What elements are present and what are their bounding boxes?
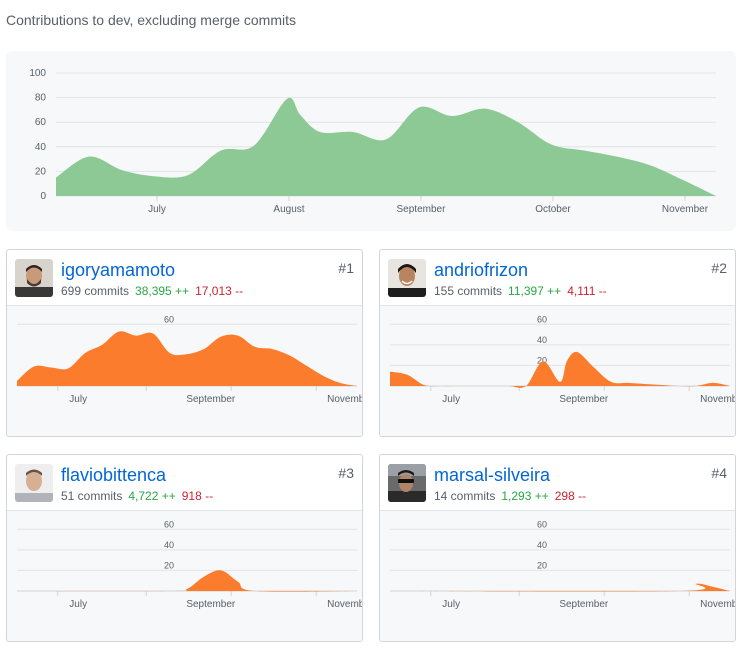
- contributor-card-header: igoryamamoto 699 commits 38,395 ++ 17,013 …: [7, 250, 362, 306]
- contributor-chart[interactable]: 604020JulySeptemberNovember: [380, 306, 735, 436]
- x-tick-label: September: [397, 204, 447, 215]
- contributor-commits-area: [17, 331, 357, 386]
- x-tick-label: July: [442, 599, 460, 610]
- contributor-stats: 14 commits 1,293 ++ 298 --: [434, 489, 586, 503]
- contributor-login-link[interactable]: igoryamamoto: [61, 260, 175, 281]
- x-tick-label: November: [662, 204, 709, 215]
- contributor-rank: #4: [711, 465, 727, 481]
- overview-chart[interactable]: 0 20 40 60 80 100 July August September October No…: [6, 51, 736, 231]
- overview-chart-svg: 0 20 40 60 80 100 July August September October No…: [29, 68, 716, 215]
- x-tick-label: September: [559, 599, 609, 610]
- x-tick-label: September: [186, 599, 236, 610]
- contributor-stats: 155 commits 11,397 ++ 4,111 --: [434, 284, 607, 298]
- x-tick-label: July: [69, 394, 87, 405]
- x-tick-label: July: [442, 394, 460, 405]
- y-tick-label: 40: [537, 335, 547, 345]
- contributor-stats: 51 commits 4,722 ++ 918 --: [61, 489, 213, 503]
- deletions-count: 918 --: [181, 489, 214, 503]
- x-tick-label: September: [559, 394, 609, 405]
- contributor-chart[interactable]: 60 40 20 July September November: [7, 511, 362, 641]
- contributor-login-link[interactable]: marsal-silveira: [434, 465, 550, 486]
- contributor-card: flaviobittenca 51 commits 4,722 ++ 918 -- …: [6, 454, 363, 642]
- contributor-rank: #1: [338, 260, 354, 276]
- contributor-chart-svg: 60 July September November: [17, 314, 363, 405]
- y-tick-label: 20: [164, 560, 174, 570]
- x-tick-label: July: [148, 204, 166, 215]
- contributor-stats: 699 commits 38,395 ++ 17,013 --: [61, 284, 243, 298]
- contributor-rank: #3: [338, 465, 354, 481]
- y-tick-label: 60: [164, 314, 174, 324]
- additions-count: 11,397 ++: [508, 284, 562, 298]
- avatar[interactable]: [15, 464, 53, 502]
- contributor-card-header: marsal-silveira 14 commits 1,293 ++ 298 --…: [380, 455, 735, 511]
- y-tick-label: 40: [35, 142, 47, 153]
- y-tick-label: 60: [164, 519, 174, 529]
- deletions-count: 298 --: [554, 489, 587, 503]
- contributor-chart[interactable]: 60 July September November: [7, 306, 362, 436]
- contributor-rank: #2: [711, 260, 727, 276]
- contributor-card: igoryamamoto 699 commits 38,395 ++ 17,013 …: [6, 249, 363, 437]
- contributor-login-link[interactable]: flaviobittenca: [61, 465, 166, 486]
- additions-count: 38,395 ++: [135, 284, 190, 298]
- x-tick-label: November: [700, 599, 736, 610]
- contributor-card: andriofrizon 155 commits 11,397 ++ 4,111 -…: [379, 249, 736, 437]
- x-tick-label: November: [700, 394, 736, 405]
- y-tick-label: 0: [40, 191, 46, 202]
- y-tick-label: 60: [537, 519, 547, 529]
- x-tick-label: September: [186, 394, 236, 405]
- y-tick-label: 20: [35, 166, 47, 177]
- additions-count: 1,293 ++: [501, 489, 549, 503]
- y-tick-label: 20: [537, 560, 547, 570]
- avatar[interactable]: [388, 259, 426, 297]
- avatar[interactable]: [388, 464, 426, 502]
- x-tick-label: July: [69, 599, 87, 610]
- page-heading: Contributions to dev, excluding merge co…: [6, 12, 296, 28]
- contributor-login-link[interactable]: andriofrizon: [434, 260, 528, 281]
- contributor-card-header: andriofrizon 155 commits 11,397 ++ 4,111 -…: [380, 250, 735, 306]
- deletions-count: 4,111 --: [567, 284, 607, 298]
- contributor-commits-area: [17, 570, 357, 592]
- y-tick-label: 100: [29, 68, 46, 79]
- commit-count: 51 commits: [61, 489, 123, 503]
- contributor-chart-svg: 60 40 20 July September November: [390, 519, 736, 610]
- x-tick-label: November: [327, 394, 363, 405]
- contributor-commits-area: [390, 583, 730, 592]
- contributor-card: marsal-silveira 14 commits 1,293 ++ 298 --…: [379, 454, 736, 642]
- contributor-chart-svg: 604020JulySeptemberNovember: [390, 314, 736, 405]
- contributor-commits-area: [390, 351, 730, 388]
- avatar[interactable]: [15, 259, 53, 297]
- y-tick-label: 80: [35, 93, 47, 104]
- x-tick-label: August: [273, 204, 304, 215]
- contributor-chart-svg: 60 40 20 July September November: [17, 519, 363, 610]
- additions-count: 4,722 ++: [128, 489, 176, 503]
- contributor-card-header: flaviobittenca 51 commits 4,722 ++ 918 -- …: [7, 455, 362, 511]
- y-tick-label: 40: [164, 540, 174, 550]
- contributor-chart[interactable]: 60 40 20 July September November: [380, 511, 735, 641]
- x-tick-label: November: [327, 599, 363, 610]
- y-tick-label: 40: [537, 540, 547, 550]
- y-tick-label: 60: [537, 314, 547, 324]
- commit-count: 699 commits: [61, 284, 130, 298]
- y-tick-label: 60: [35, 117, 47, 128]
- x-tick-label: October: [535, 204, 571, 215]
- commit-count: 155 commits: [434, 284, 503, 298]
- commit-count: 14 commits: [434, 489, 496, 503]
- deletions-count: 17,013 --: [195, 284, 244, 298]
